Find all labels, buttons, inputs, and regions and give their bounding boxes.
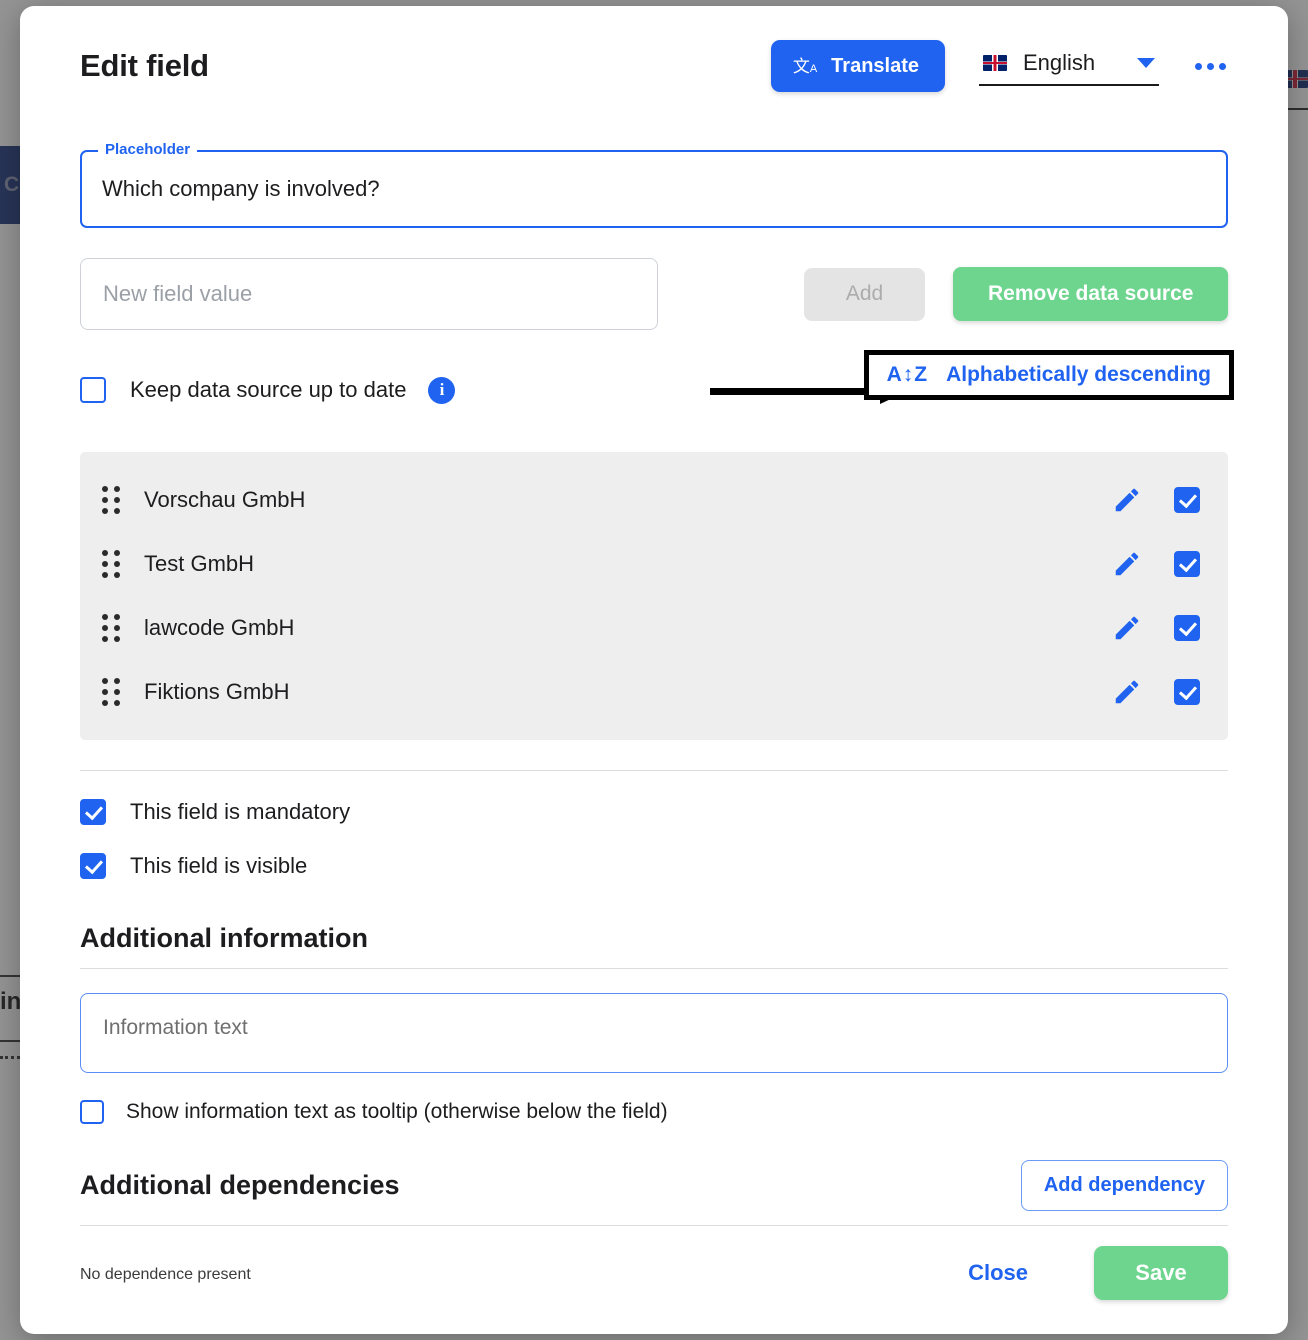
tooltip-row: Show information text as tooltip (otherw… xyxy=(80,1100,1228,1124)
keep-up-to-date-row: Keep data source up to date i A↕Z Alphab… xyxy=(80,350,1234,416)
mandatory-label: This field is mandatory xyxy=(130,799,351,824)
additional-dependencies-header: Additional dependencies Add dependency xyxy=(80,1160,1228,1211)
add-button[interactable]: Add xyxy=(803,267,926,321)
list-item-label: Test GmbH xyxy=(144,551,255,576)
drag-handle-icon[interactable] xyxy=(102,678,120,706)
list-item[interactable]: Fiktions GmbH xyxy=(80,660,1228,724)
mandatory-row: This field is mandatory xyxy=(80,799,1228,825)
new-value-row: Add Remove data source xyxy=(80,258,1228,330)
keep-data-source-label: Keep data source up to date xyxy=(130,377,407,402)
az-sort-icon: A↕Z xyxy=(886,363,929,386)
save-button[interactable]: Save xyxy=(1094,1246,1228,1300)
new-field-value-input[interactable] xyxy=(80,258,658,330)
information-text-input[interactable] xyxy=(80,993,1228,1073)
list-item-checkbox[interactable] xyxy=(1174,551,1200,577)
uk-flag-icon xyxy=(983,55,1007,71)
translate-button[interactable]: 文A Translate xyxy=(770,40,945,92)
list-item-checkbox[interactable] xyxy=(1174,679,1200,705)
add-dependency-button[interactable]: Add dependency xyxy=(1020,1160,1228,1211)
language-select[interactable]: English xyxy=(979,46,1159,86)
placeholder-field[interactable]: Placeholder Which company is involved? xyxy=(80,141,1228,228)
list-item-label: Vorschau GmbH xyxy=(144,487,306,512)
list-item-checkbox[interactable] xyxy=(1174,615,1200,641)
additional-dependencies-heading: Additional dependencies xyxy=(80,1170,400,1200)
mandatory-checkbox[interactable] xyxy=(80,799,106,825)
translate-icon: 文A xyxy=(792,56,818,76)
drag-handle-icon[interactable] xyxy=(102,614,120,642)
list-item-label: Fiktions GmbH xyxy=(144,679,290,704)
remove-data-source-button[interactable]: Remove data source xyxy=(953,267,1228,321)
list-item-checkbox[interactable] xyxy=(1174,487,1200,513)
keep-data-source-checkbox[interactable] xyxy=(80,377,106,403)
list-item-label: lawcode GmbH xyxy=(144,615,295,640)
list-divider xyxy=(80,770,1228,771)
additional-information-heading: Additional information xyxy=(80,923,368,953)
alphabetical-sort-button[interactable]: A↕Z Alphabetically descending xyxy=(863,350,1234,400)
show-tooltip-checkbox[interactable] xyxy=(80,1100,104,1124)
edit-field-dialog: Edit field 文A Translate English Placehol… xyxy=(20,6,1288,1334)
additional-dependencies-rule xyxy=(80,1225,1228,1226)
placeholder-field-value: Which company is involved? xyxy=(102,176,380,201)
edit-pencil-icon[interactable] xyxy=(1112,485,1142,515)
ellipsis-icon[interactable] xyxy=(1193,57,1228,76)
alphabetical-sort-label: Alphabetically descending xyxy=(946,363,1211,386)
language-select-value: English xyxy=(1023,50,1096,75)
dialog-header: Edit field 文A Translate English xyxy=(80,6,1228,126)
edit-pencil-icon[interactable] xyxy=(1112,613,1142,643)
visible-row: This field is visible xyxy=(80,853,1228,879)
show-tooltip-label: Show information text as tooltip (otherw… xyxy=(126,1100,668,1123)
list-item[interactable]: lawcode GmbH xyxy=(80,596,1228,660)
field-value-list: Vorschau GmbH Test GmbH lawcode GmbH Fik… xyxy=(80,452,1228,740)
edit-pencil-icon[interactable] xyxy=(1112,677,1142,707)
page-title: Edit field xyxy=(80,48,209,83)
dialog-footer: Close Save xyxy=(968,1246,1228,1300)
drag-handle-icon[interactable] xyxy=(102,486,120,514)
info-icon[interactable]: i xyxy=(428,376,456,404)
edit-pencil-icon[interactable] xyxy=(1112,549,1142,579)
header-actions: 文A Translate English xyxy=(770,40,1228,92)
additional-information-rule xyxy=(80,968,1228,969)
visible-label: This field is visible xyxy=(130,853,308,878)
translate-button-label: Translate xyxy=(831,54,919,77)
list-item[interactable]: Test GmbH xyxy=(80,532,1228,596)
close-button[interactable]: Close xyxy=(968,1260,1028,1286)
visible-checkbox[interactable] xyxy=(80,853,106,879)
drag-handle-icon[interactable] xyxy=(102,550,120,578)
list-item[interactable]: Vorschau GmbH xyxy=(80,468,1228,532)
chevron-down-icon xyxy=(1137,58,1155,68)
placeholder-field-legend: Placeholder xyxy=(98,141,198,158)
